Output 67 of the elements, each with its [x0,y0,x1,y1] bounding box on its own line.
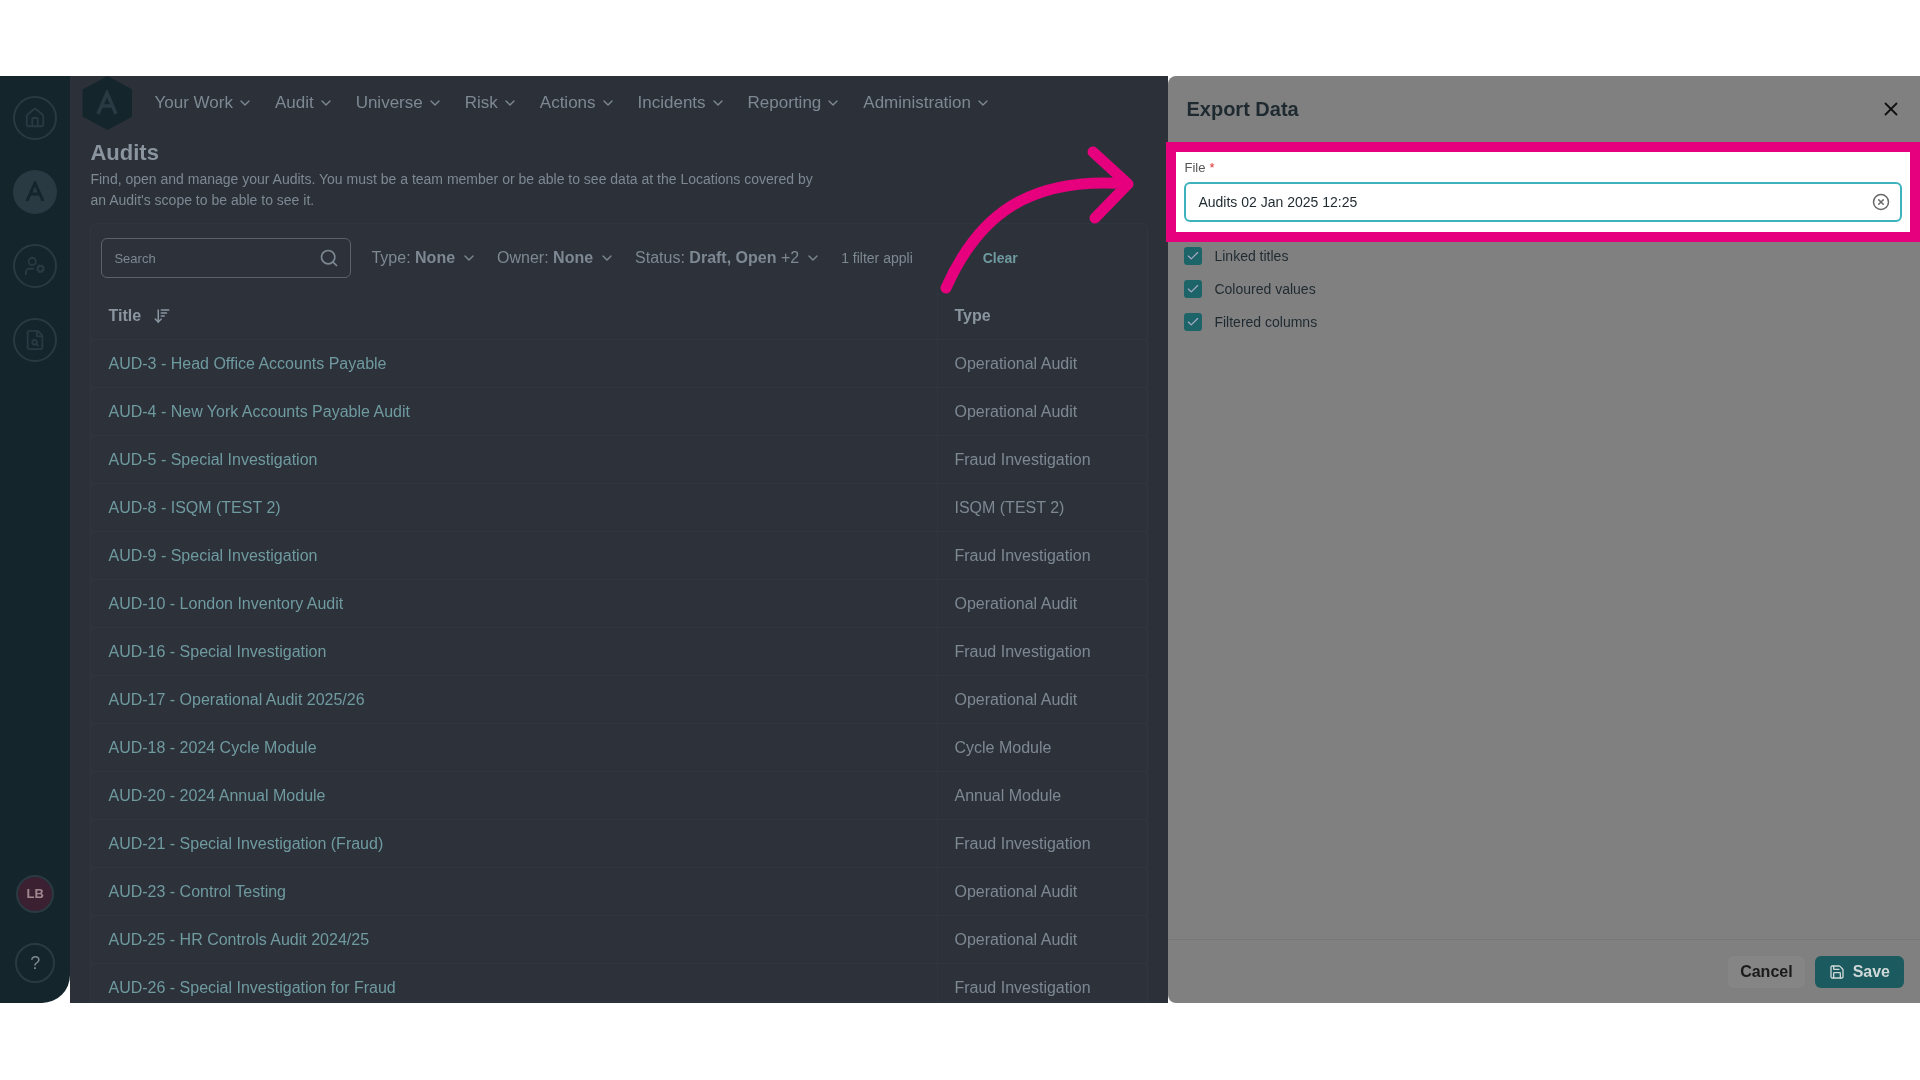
audit-title-link[interactable]: AUD-17 - Operational Audit 2025/26 [108,690,365,708]
help-button[interactable]: ? [15,943,56,983]
table-cell-text: ISQM (TEST 2) [954,497,1065,518]
nav-menu[interactable]: Risk [464,90,518,116]
panel-title: Export Data [1186,97,1299,122]
nav-menu[interactable]: Actions [539,90,616,116]
filter-dropdown[interactable]: Type: None [371,246,478,270]
check-icon [1186,315,1201,329]
checkbox-label: Filtered columns [1214,312,1318,332]
table-cell-text: Cycle Module [954,737,1052,758]
checkbox-label: Coloured values [1214,279,1316,299]
table-cell-text: Operational Audit [954,929,1078,950]
table-cell-text: Fraud Investigation [954,833,1091,854]
sort-icon[interactable] [153,306,172,325]
nav-menu[interactable]: Incidents [637,90,726,116]
table-cell-text: Fraud Investigation [954,641,1091,662]
checkbox-label: Linked titles [1214,246,1289,266]
filter-dropdown[interactable]: Owner: None [497,246,616,270]
file-name-field[interactable]: Audits 02 Jan 2025 12:25 [1184,181,1902,222]
required-mark: * [1209,159,1215,177]
table-cell-text: Operational Audit [954,401,1078,422]
nav-menu[interactable]: Reporting [747,90,842,116]
filter-note: 1 filter appli [841,248,913,268]
audit-title-link[interactable]: AUD-26 - Special Investigation for Fraud [108,978,396,996]
table-cell-text: Operational Audit [954,881,1078,902]
audit-title-link[interactable]: AUD-23 - Control Testing [108,882,286,900]
audit-title-link[interactable]: AUD-4 - New York Accounts Payable Audit [108,402,410,420]
checkbox[interactable] [1184,313,1203,331]
page-title: Audits [90,139,160,167]
audit-title-link[interactable]: AUD-9 - Special Investigation [108,546,318,564]
table-cell-text: Operational Audit [954,353,1078,374]
column-header[interactable]: Type [954,303,991,328]
check-icon [1186,282,1201,296]
nav-menu[interactable]: Your Work [154,90,253,116]
nav-menu[interactable]: Audit [274,90,334,116]
table-cell-text: Fraud Investigation [954,449,1091,470]
search-icon [319,248,340,268]
field-label: File [1184,159,1206,177]
audit-title-link[interactable]: AUD-8 - ISQM (TEST 2) [108,498,281,516]
table-cell-text: Operational Audit [954,593,1078,614]
filter-dropdown[interactable]: Status: Draft, Open +2 [635,246,822,270]
nav-menu[interactable]: Administration [863,90,992,116]
search-field[interactable]: Search [101,238,352,278]
audit-title-link[interactable]: AUD-10 - London Inventory Audit [108,594,344,612]
audit-title-link[interactable]: AUD-25 - HR Controls Audit 2024/25 [108,930,370,948]
nav-menu[interactable]: Universe [355,90,443,116]
column-header[interactable]: Title [108,303,142,328]
save-button[interactable]: Save [1814,955,1904,988]
clear-field-icon[interactable] [1872,192,1890,211]
checkbox[interactable] [1184,280,1203,298]
user-avatar[interactable]: LB [16,875,55,913]
table-cell-text: Annual Module [954,785,1062,806]
table-cell-text: Operational Audit [954,689,1078,710]
audit-title-link[interactable]: AUD-21 - Special Investigation (Fraud) [108,834,384,852]
audit-title-link[interactable]: AUD-16 - Special Investigation [108,642,327,660]
checkbox[interactable] [1184,247,1203,265]
audit-title-link[interactable]: AUD-18 - 2024 Cycle Module [108,738,317,756]
check-icon [1186,249,1201,263]
audit-title-link[interactable]: AUD-3 - Head Office Accounts Payable [108,354,387,372]
audit-title-link[interactable]: AUD-5 - Special Investigation [108,450,318,468]
table-cell-text: Fraud Investigation [954,545,1091,566]
clear-button[interactable]: Clear [982,247,1018,269]
page-description: Find, open and manage your Audits. You must be a team member or be able to see data at the Locations covered by an Audit's scope to be able to see it. [90,170,814,210]
table-cell-text: Fraud Investigation [954,977,1091,998]
cancel-button[interactable]: Cancel [1728,955,1805,988]
save-icon [1828,963,1845,980]
audit-title-link[interactable]: AUD-20 - 2024 Annual Module [108,786,326,804]
